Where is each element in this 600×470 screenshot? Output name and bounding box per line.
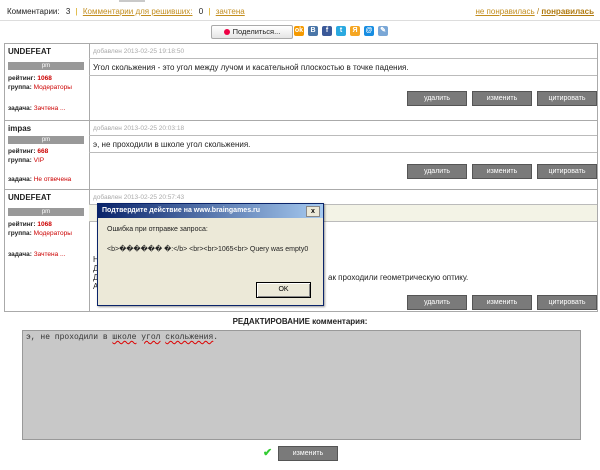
task-line: задача: Не отвечена	[8, 176, 72, 183]
group-line: группа: VIP	[8, 157, 45, 164]
username[interactable]: UNDEFEAT	[8, 193, 51, 202]
vkontakte-icon[interactable]: В	[308, 26, 318, 36]
comments-count: 3	[65, 7, 71, 16]
task-status[interactable]: Зачтена ...	[34, 105, 66, 112]
yandex-icon[interactable]: Я	[350, 26, 360, 36]
comment-body: э, не проходили в школе угол скольжения.	[89, 135, 597, 153]
group-value: Модераторы	[33, 230, 72, 237]
edit-button[interactable]: изменить	[472, 164, 532, 179]
comments-summary: Комментарии: 3 | Комментарии для решивши…	[7, 7, 245, 16]
misspelled-word: скольжения	[165, 333, 214, 342]
pm-button[interactable]: pm	[8, 62, 84, 70]
quote-button[interactable]: цитировать	[537, 164, 597, 179]
group-line: группа: Модераторы	[8, 84, 72, 91]
comments-bar: Комментарии: 3 | Комментарии для решивши…	[0, 5, 600, 19]
delete-button[interactable]: удалить	[407, 164, 467, 179]
solvers-comments-link[interactable]: Комментарии для решивших:	[83, 7, 193, 16]
mailru-icon[interactable]: @	[364, 26, 374, 36]
checkmark-icon: ✔	[263, 447, 273, 459]
comment-date: добавлен 2013-02-25 20:03:18	[93, 125, 185, 132]
submit-edit-button[interactable]: изменить	[278, 446, 338, 461]
task-line: задача: Зачтена ...	[8, 105, 66, 112]
livejournal-icon[interactable]: ✎	[378, 26, 388, 36]
user-info: impas pm рейтинг: 668 группа: VIP задача…	[5, 121, 90, 189]
comment-date: добавлен 2013-02-25 19:18:50	[93, 48, 185, 55]
comment-textarea[interactable]: э, не проходили в школе угол скольжения.	[22, 330, 581, 440]
like-link[interactable]: понравилась	[541, 7, 594, 16]
comment-body: Угол скольжения - это угол между лучом и…	[89, 58, 597, 76]
textarea-content: э, не проходили в школе угол скольжения.	[26, 333, 219, 342]
slash-separator: /	[536, 7, 540, 16]
misspelled-word: угол	[141, 333, 161, 342]
top-divider	[119, 0, 145, 2]
close-icon[interactable]: x	[306, 206, 320, 217]
dialog-titlebar[interactable]: Подтвердите действие на www.braingames.r…	[98, 204, 323, 218]
solvers-count: 0	[198, 7, 204, 16]
rating-line: рейтинг: 668	[8, 148, 49, 155]
twitter-icon[interactable]: t	[336, 26, 346, 36]
rating-value: 1068	[37, 221, 52, 228]
comment-item: impas pm рейтинг: 668 группа: VIP задача…	[5, 120, 597, 189]
username[interactable]: impas	[8, 124, 31, 133]
dislike-link[interactable]: не понравилась	[475, 7, 534, 16]
rating-line: рейтинг: 1068	[8, 75, 52, 82]
share-icon	[223, 29, 230, 36]
group-value: Модераторы	[33, 84, 72, 91]
facebook-icon[interactable]: f	[322, 26, 332, 36]
group-line: группа: Модераторы	[8, 230, 72, 237]
delete-button[interactable]: удалить	[407, 91, 467, 106]
quote-button[interactable]: цитировать	[537, 295, 597, 310]
edit-button[interactable]: изменить	[472, 295, 532, 310]
quote-button[interactable]: цитировать	[537, 91, 597, 106]
share-label: Поделиться...	[232, 27, 281, 36]
comment-text-fragment: ак проходили геометрическую оптику.	[328, 273, 469, 282]
dialog-title: Подтвердите действие на www.braingames.r…	[102, 207, 261, 214]
task-status[interactable]: Не отвечена	[34, 176, 72, 183]
comment-date: добавлен 2013-02-25 20:57:43	[93, 194, 185, 201]
divider	[0, 20, 600, 21]
pm-button[interactable]: pm	[8, 208, 84, 216]
task-status[interactable]: Зачтена ...	[34, 251, 66, 258]
edit-button[interactable]: изменить	[472, 91, 532, 106]
comment-text: Угол скольжения - это угол между лучом и…	[93, 63, 409, 72]
rating-value: 668	[37, 148, 49, 155]
ok-button[interactable]: OK	[256, 282, 311, 298]
dialog-body: <b>������ �:</b> <br><br>1065<br> Query …	[107, 246, 309, 253]
odnoklassniki-icon[interactable]: ok	[294, 26, 304, 36]
rating-line: рейтинг: 1068	[8, 221, 52, 228]
user-info: UNDEFEAT pm рейтинг: 1068 группа: Модера…	[5, 190, 90, 311]
confirm-dialog: Подтвердите действие на www.braingames.r…	[97, 203, 324, 306]
comments-label: Комментарии:	[7, 7, 60, 16]
dialog-message: Ошибка при отправке запроса:	[107, 226, 208, 233]
task-line: задача: Зачтена ...	[8, 251, 66, 258]
misspelled-word: школе	[112, 333, 137, 342]
comment-text: э, не проходили в школе угол скольжения.	[93, 140, 251, 149]
edit-section-title: РЕДАКТИРОВАНИЕ комментария:	[232, 317, 368, 326]
comment-item: UNDEFEAT pm рейтинг: 1068 группа: Модера…	[5, 44, 597, 120]
rating-links: не понравилась / понравилась	[475, 7, 594, 16]
group-value: VIP	[33, 157, 45, 164]
rating-value: 1068	[37, 75, 52, 82]
username[interactable]: UNDEFEAT	[8, 47, 51, 56]
pm-button[interactable]: pm	[8, 136, 84, 144]
share-button[interactable]: Поделиться...	[211, 25, 293, 39]
user-info: UNDEFEAT pm рейтинг: 1068 группа: Модера…	[5, 44, 90, 120]
delete-button[interactable]: удалить	[407, 295, 467, 310]
credited-link[interactable]: зачтена	[216, 7, 245, 16]
